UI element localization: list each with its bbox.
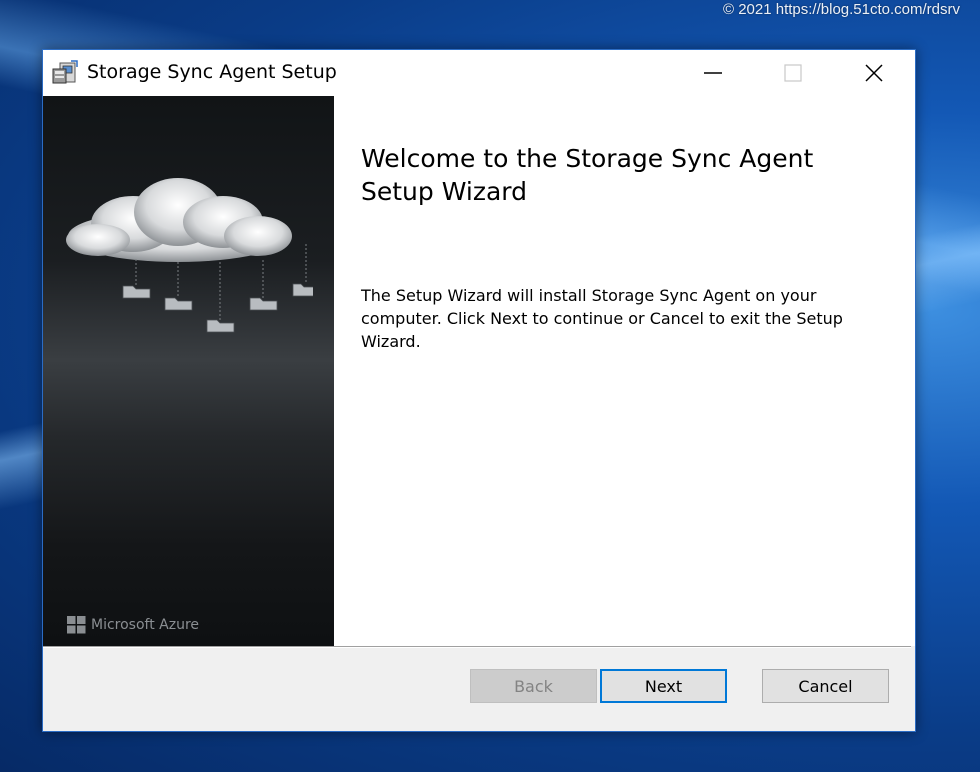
title-bar[interactable]: Storage Sync Agent Setup [43,50,915,96]
close-icon [865,64,883,82]
watermark: © 2021 https://blog.51cto.com/rdsrv [722,1,960,18]
next-button[interactable]: Next [600,669,727,703]
setup-window: Storage Sync Agent Setup Microsoft Azure… [42,49,916,732]
cancel-button[interactable]: Cancel [762,669,889,703]
window-title: Storage Sync Agent Setup [87,61,337,83]
installer-icon [52,60,78,84]
cloud-folders-illustration [66,178,313,333]
minimize-icon [704,72,722,74]
welcome-description: The Setup Wizard will install Storage Sy… [361,286,843,351]
welcome-panel: Welcome to the Storage Sync Agent Setup … [334,96,915,646]
welcome-title: Welcome to the Storage Sync Agent Setup … [361,144,814,206]
maximize-icon [784,64,802,82]
back-button[interactable]: Back [470,669,597,703]
minimize-button[interactable] [673,50,753,96]
microsoft-azure-logo: Microsoft Azure [67,616,199,634]
button-bar: Back Next Cancel [43,648,915,731]
close-button[interactable] [834,50,914,96]
logo-text: Microsoft Azure [91,617,200,633]
windows-logo-icon [67,616,86,634]
side-banner: Microsoft Azure [43,96,334,646]
maximize-button[interactable] [753,50,833,96]
